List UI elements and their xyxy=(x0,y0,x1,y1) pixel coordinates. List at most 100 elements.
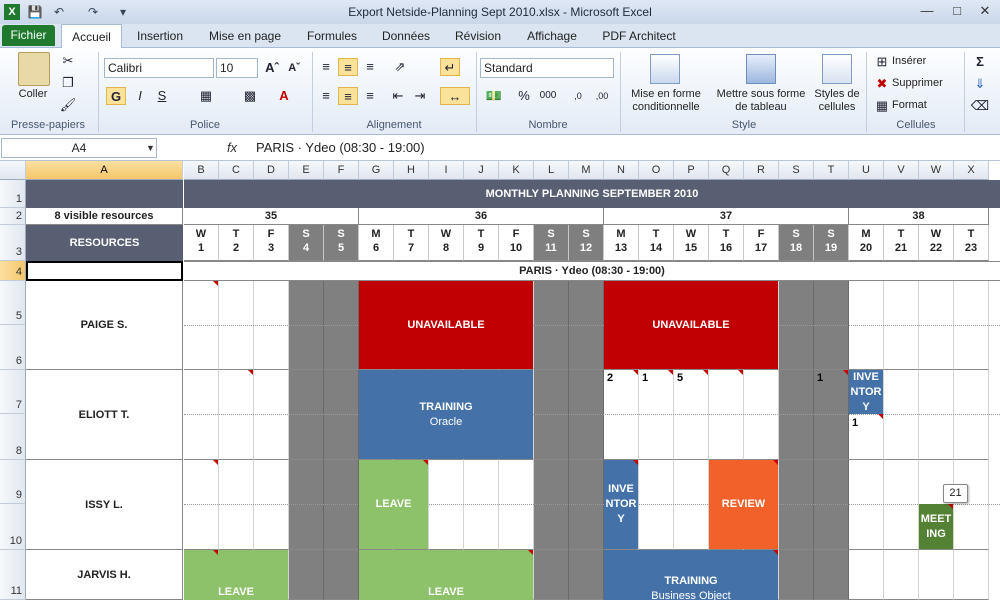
align-bottom-icon[interactable]: ≡ xyxy=(360,58,380,76)
event-training-bo[interactable]: TRAINING Business Object xyxy=(604,550,778,602)
row-header-3[interactable]: 3 xyxy=(0,225,26,261)
maximize-icon[interactable]: □ xyxy=(944,2,970,20)
borders-icon[interactable]: ▦ xyxy=(196,87,216,105)
column-header-i[interactable]: I xyxy=(429,161,464,180)
cut-icon[interactable]: ✂ xyxy=(58,52,78,70)
schedule-cell[interactable] xyxy=(674,460,709,550)
row-header-1[interactable]: 1 xyxy=(0,180,26,208)
format-cells-icon[interactable]: ▦ xyxy=(872,97,892,115)
schedule-cell[interactable] xyxy=(289,550,324,600)
clear-icon[interactable]: ⌫ xyxy=(970,97,990,115)
event-unavailable[interactable]: UNAVAILABLE xyxy=(604,281,778,369)
row-header-9[interactable]: 9 xyxy=(0,460,26,504)
schedule-cell[interactable] xyxy=(954,550,989,600)
event-meeting[interactable]: MEET ING xyxy=(919,504,953,549)
tab-page-layout[interactable]: Mise en page xyxy=(202,24,288,48)
cell-styles-button[interactable]: Styles de cellules xyxy=(808,88,866,114)
accounting-format-icon[interactable]: 💵 xyxy=(484,87,504,105)
schedule-cell[interactable] xyxy=(779,550,814,600)
event-review[interactable]: REVIEW xyxy=(709,460,778,549)
font-color-icon[interactable]: A xyxy=(274,87,294,105)
column-header-e[interactable]: E xyxy=(289,161,324,180)
event-training-oracle[interactable]: TRAINING Oracle xyxy=(359,370,533,459)
row-header-4[interactable]: 4 xyxy=(0,261,26,281)
event-leave[interactable]: LEAVE xyxy=(184,550,288,600)
schedule-cell[interactable] xyxy=(814,550,849,600)
number-format-select[interactable]: Standard xyxy=(480,58,614,78)
increase-decimal-icon[interactable]: ,0 xyxy=(568,87,588,105)
schedule-cell[interactable] xyxy=(534,460,569,550)
schedule-cell[interactable] xyxy=(919,370,954,460)
column-header-x[interactable]: X xyxy=(954,161,989,180)
merge-center-icon[interactable]: ↔ xyxy=(440,87,470,105)
schedule-cell[interactable] xyxy=(254,460,289,550)
insert-cells-icon[interactable]: ⊞ xyxy=(872,53,892,71)
align-middle-icon[interactable]: ≡ xyxy=(338,58,358,76)
schedule-cell[interactable] xyxy=(779,370,814,460)
shrink-font-icon[interactable]: Aˇ xyxy=(284,59,304,77)
column-header-w[interactable]: W xyxy=(919,161,954,180)
schedule-cell[interactable] xyxy=(849,460,884,550)
delete-cells-button[interactable]: Supprimer xyxy=(892,77,943,89)
event-unavailable[interactable]: UNAVAILABLE xyxy=(359,281,533,369)
schedule-cell[interactable] xyxy=(219,370,254,460)
formula-input[interactable]: PARIS · Ydeo (08:30 - 19:00) xyxy=(248,138,1000,158)
event-inventory[interactable]: INVE NTOR Y xyxy=(604,460,638,549)
tab-insert[interactable]: Insertion xyxy=(128,24,192,48)
schedule-cell[interactable] xyxy=(534,370,569,460)
close-icon[interactable]: ✕ xyxy=(972,2,998,20)
column-header-s[interactable]: S xyxy=(779,161,814,180)
selected-cell-a4[interactable] xyxy=(26,261,183,281)
name-box[interactable]: A4 xyxy=(1,138,157,158)
schedule-cell[interactable] xyxy=(884,370,919,460)
schedule-cell[interactable] xyxy=(429,460,464,550)
column-header-p[interactable]: P xyxy=(674,161,709,180)
font-size-select[interactable]: 10 xyxy=(216,58,258,78)
row-header-6[interactable]: 6 xyxy=(0,325,26,370)
name-box-dropdown-icon[interactable]: ▼ xyxy=(146,140,156,156)
column-header-k[interactable]: K xyxy=(499,161,534,180)
decrease-decimal-icon[interactable]: ,00 xyxy=(592,87,612,105)
column-header-g[interactable]: G xyxy=(359,161,394,180)
schedule-cell[interactable] xyxy=(254,370,289,460)
column-header-v[interactable]: V xyxy=(884,161,919,180)
column-header-u[interactable]: U xyxy=(849,161,884,180)
column-header-t[interactable]: T xyxy=(814,161,849,180)
align-top-icon[interactable]: ≡ xyxy=(316,58,336,76)
paste-icon[interactable] xyxy=(18,52,50,86)
wrap-text-icon[interactable]: ↵ xyxy=(440,58,460,76)
row-header-11[interactable]: 11 xyxy=(0,550,26,600)
column-header-q[interactable]: Q xyxy=(709,161,744,180)
column-header-n[interactable]: N xyxy=(604,161,639,180)
minimize-icon[interactable]: — xyxy=(914,2,940,20)
row-header-5[interactable]: 5 xyxy=(0,281,26,325)
event-inventory[interactable]: INVE NTOR Y xyxy=(849,370,883,414)
schedule-cell[interactable] xyxy=(219,460,254,550)
underline-icon[interactable]: S xyxy=(152,87,172,105)
format-as-table-icon[interactable] xyxy=(746,54,776,84)
row-header-8[interactable]: 8 xyxy=(0,414,26,460)
align-center-icon[interactable]: ≡ xyxy=(338,87,358,105)
column-header-a[interactable]: A xyxy=(26,161,183,180)
insert-cells-button[interactable]: Insérer xyxy=(892,55,926,67)
schedule-cell[interactable] xyxy=(324,460,359,550)
schedule-cell[interactable] xyxy=(779,460,814,550)
tab-file[interactable]: Fichier xyxy=(2,25,55,46)
column-header-h[interactable]: H xyxy=(394,161,429,180)
format-painter-icon[interactable]: 🖌 xyxy=(58,96,78,114)
tab-formulas[interactable]: Formules xyxy=(300,24,364,48)
schedule-cell[interactable] xyxy=(639,460,674,550)
bold-icon[interactable]: G xyxy=(106,87,126,105)
column-header-m[interactable]: M xyxy=(569,161,604,180)
grow-font-icon[interactable]: Aˆ xyxy=(262,59,282,77)
autosum-icon[interactable]: Σ xyxy=(970,53,990,71)
italic-icon[interactable]: I xyxy=(130,87,150,105)
tab-view[interactable]: Affichage xyxy=(520,24,584,48)
column-header-f[interactable]: F xyxy=(324,161,359,180)
fill-color-icon[interactable]: ▩ xyxy=(240,87,260,105)
row-header-10[interactable]: 10 xyxy=(0,504,26,550)
schedule-cell[interactable] xyxy=(919,550,954,600)
column-header-r[interactable]: R xyxy=(744,161,779,180)
column-header-d[interactable]: D xyxy=(254,161,289,180)
event-leave[interactable]: LEAVE xyxy=(359,460,428,549)
